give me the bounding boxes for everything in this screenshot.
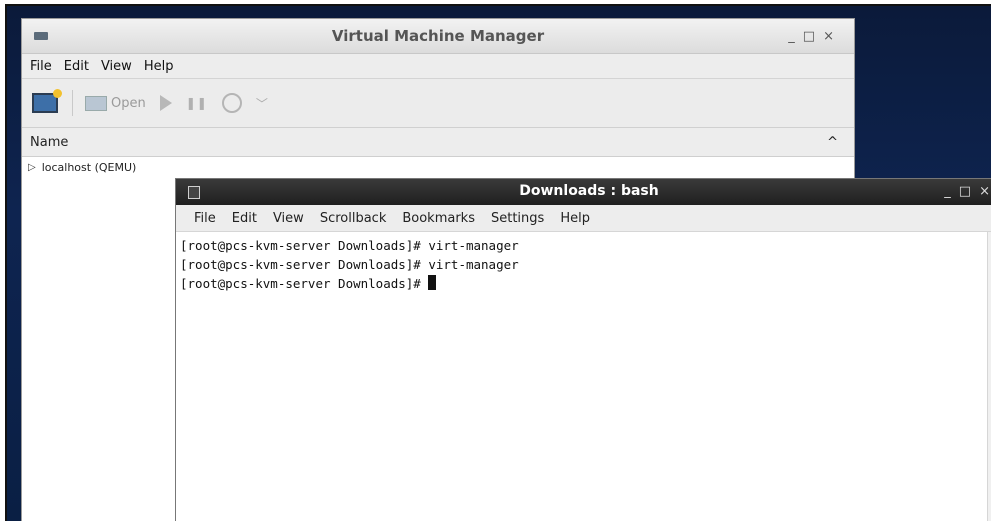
column-name[interactable]: Name <box>30 135 68 150</box>
terminal-line: [root@pcs-kvm-server Downloads]# virt-ma… <box>180 238 519 253</box>
terminal-prompt: [root@pcs-kvm-server Downloads]# <box>180 276 429 291</box>
open-button[interactable]: Open <box>85 95 146 111</box>
screen-frame: Virtual Machine Manager _□× File Edit Vi… <box>5 4 991 521</box>
terminal-window-controls: _□× <box>944 184 991 199</box>
expand-arrow-icon[interactable]: ▷ <box>28 162 36 173</box>
terminal-line: [root@pcs-kvm-server Downloads]# virt-ma… <box>180 257 519 272</box>
terminal-window-title: Downloads : bash <box>519 183 659 199</box>
terminal-output[interactable]: [root@pcs-kvm-server Downloads]# virt-ma… <box>176 232 988 521</box>
menu-view[interactable]: View <box>101 59 132 74</box>
vmm-titlebar[interactable]: Virtual Machine Manager _□× <box>22 19 854 54</box>
term-menu-bookmarks[interactable]: Bookmarks <box>402 211 475 226</box>
menu-file[interactable]: File <box>30 59 52 74</box>
connection-row[interactable]: ▷ localhost (QEMU) <box>28 161 136 174</box>
term-menu-edit[interactable]: Edit <box>232 211 257 226</box>
term-menu-scrollback[interactable]: Scrollback <box>320 211 387 226</box>
vm-list-header[interactable]: Name ^ <box>22 128 854 157</box>
power-icon <box>221 93 242 113</box>
vmm-toolbar: Open ❚❚ ﹀ <box>22 79 854 128</box>
text-cursor <box>428 275 437 290</box>
terminal-close-button[interactable]: × <box>979 184 991 199</box>
run-button[interactable] <box>159 95 172 111</box>
monitor-icon <box>85 95 107 111</box>
menu-edit[interactable]: Edit <box>64 59 89 74</box>
new-vm-button[interactable] <box>32 89 62 113</box>
sort-up-icon[interactable]: ^ <box>827 135 838 150</box>
maximize-button[interactable]: □ <box>803 29 823 44</box>
terminal-titlebar[interactable]: Downloads : bash _□× <box>176 179 991 205</box>
term-menu-help[interactable]: Help <box>560 211 590 226</box>
open-label: Open <box>111 95 146 111</box>
menu-help[interactable]: Help <box>144 59 174 74</box>
play-icon <box>159 95 172 111</box>
terminal-scrollbar[interactable]: ^ <box>987 232 991 521</box>
vmm-window-controls: _□× <box>788 29 842 44</box>
terminal-prompt-line[interactable]: [root@pcs-kvm-server Downloads]# <box>180 274 988 293</box>
toolbar-separator <box>72 90 73 116</box>
pause-icon: ❚❚ <box>185 96 208 110</box>
terminal-maximize-button[interactable]: □ <box>959 184 979 199</box>
close-button[interactable]: × <box>823 29 842 44</box>
term-menu-file[interactable]: File <box>194 211 216 226</box>
terminal-menubar: File Edit View Scrollback Bookmarks Sett… <box>176 205 991 232</box>
connection-label: localhost (QEMU) <box>41 161 137 174</box>
new-vm-icon <box>32 89 62 113</box>
chevron-down-icon: ﹀ <box>255 96 268 111</box>
shutdown-menu-button[interactable]: ﹀ <box>256 95 268 112</box>
vmm-menubar: File Edit View Help <box>22 54 854 79</box>
term-menu-view[interactable]: View <box>273 211 304 226</box>
vmm-window-title: Virtual Machine Manager <box>331 27 545 45</box>
shutdown-button[interactable] <box>221 93 242 113</box>
minimize-button[interactable]: _ <box>788 29 803 44</box>
term-menu-settings[interactable]: Settings <box>491 211 544 226</box>
terminal-window: Downloads : bash _□× File Edit View Scro… <box>175 178 991 521</box>
pause-button[interactable]: ❚❚ <box>186 96 208 110</box>
terminal-minimize-button[interactable]: _ <box>944 184 959 199</box>
scroll-up-icon[interactable]: ^ <box>988 234 992 245</box>
